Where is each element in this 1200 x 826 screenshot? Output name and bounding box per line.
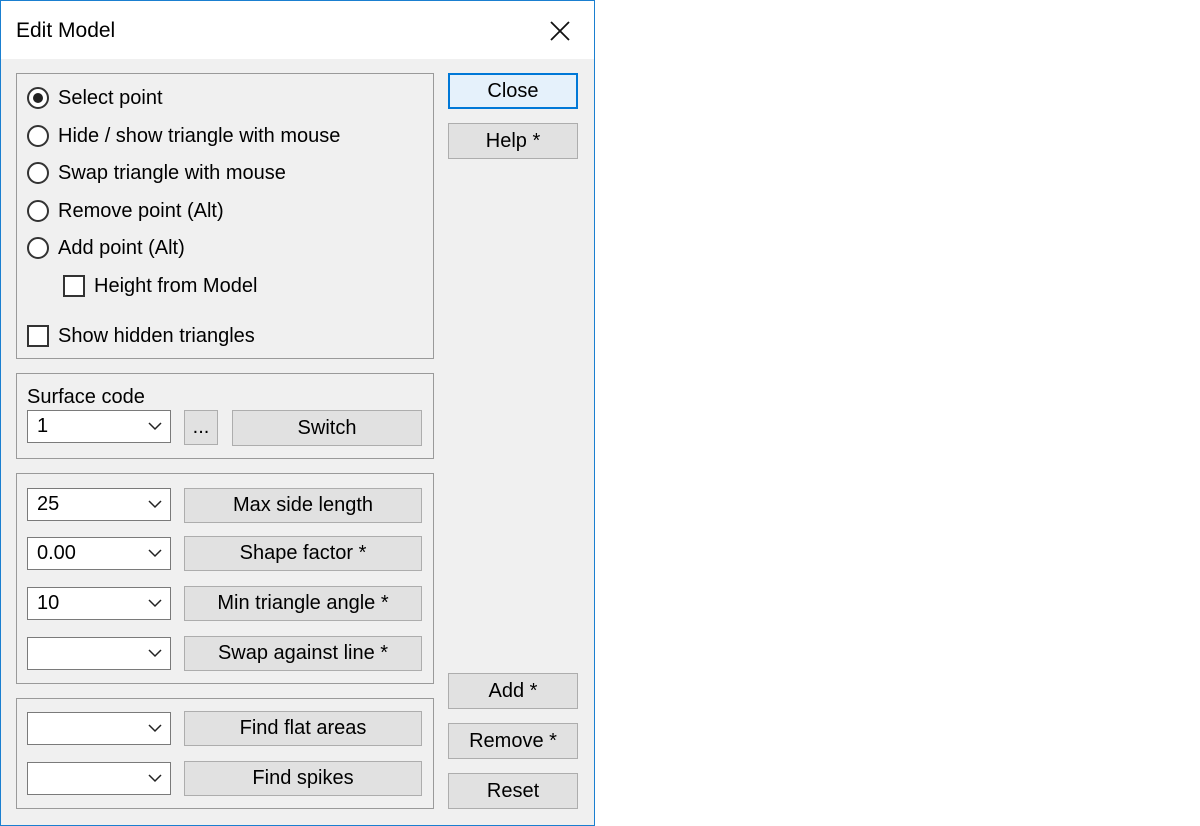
surface-code-select[interactable]: 1 <box>27 410 171 443</box>
help-button[interactable]: Help * <box>448 123 578 159</box>
chevron-down-icon <box>148 599 162 608</box>
title-bar: Edit Model <box>1 1 594 59</box>
checkbox-height-from-model[interactable]: Height from Model <box>63 272 257 300</box>
checkbox-indicator <box>63 275 85 297</box>
surface-code-label: Surface code <box>27 386 145 408</box>
min-triangle-angle-select[interactable]: 10 <box>27 587 171 620</box>
checkbox-indicator <box>27 325 49 347</box>
radio-label: Select point <box>58 86 163 109</box>
close-icon <box>550 21 570 41</box>
swap-against-line-button[interactable]: Swap against line * <box>184 636 422 671</box>
find-spikes-button[interactable]: Find spikes <box>184 761 422 796</box>
close-button[interactable]: Close <box>448 73 578 109</box>
surface-browse-button[interactable]: ... <box>184 410 218 445</box>
chevron-down-icon <box>148 422 162 431</box>
radio-label: Add point (Alt) <box>58 236 185 259</box>
radio-select-point[interactable]: Select point <box>27 84 163 112</box>
radio-indicator <box>27 87 49 109</box>
surface-group: Surface code 1 ... Switch <box>16 373 434 459</box>
select-value: 1 <box>37 415 49 437</box>
remove-button[interactable]: Remove * <box>448 723 578 759</box>
window-close-button[interactable] <box>541 13 579 49</box>
radio-hide-show-triangle[interactable]: Hide / show triangle with mouse <box>27 122 340 150</box>
radio-add-point[interactable]: Add point (Alt) <box>27 234 185 262</box>
radio-label: Swap triangle with mouse <box>58 161 286 184</box>
radio-label: Hide / show triangle with mouse <box>58 124 341 147</box>
select-value: 25 <box>37 493 60 515</box>
chevron-down-icon <box>148 649 162 658</box>
switch-button[interactable]: Switch <box>232 410 422 446</box>
shape-factor-select[interactable]: 0.00 <box>27 537 171 570</box>
mode-group: Select point Hide / show triangle with m… <box>16 73 434 359</box>
finders-group: Find flat areas Find spikes <box>16 698 434 809</box>
chevron-down-icon <box>148 724 162 733</box>
radio-indicator <box>27 200 49 222</box>
select-value: 0.00 <box>37 542 76 564</box>
chevron-down-icon <box>148 549 162 558</box>
chevron-down-icon <box>148 774 162 783</box>
radio-indicator <box>27 125 49 147</box>
max-side-length-select[interactable]: 25 <box>27 488 171 521</box>
max-side-length-button[interactable]: Max side length <box>184 488 422 523</box>
checkbox-label: Height from Model <box>94 274 258 297</box>
parameters-group: 25 Max side length 0.00 Shape factor * 1… <box>16 473 434 684</box>
min-triangle-angle-button[interactable]: Min triangle angle * <box>184 586 422 621</box>
select-value: 10 <box>37 592 60 614</box>
edit-model-dialog: Edit Model Select point Hide / show tria… <box>0 0 595 826</box>
window-title: Edit Model <box>16 19 116 42</box>
checkbox-show-hidden-triangles[interactable]: Show hidden triangles <box>27 322 255 350</box>
add-button[interactable]: Add * <box>448 673 578 709</box>
radio-indicator <box>27 237 49 259</box>
shape-factor-button[interactable]: Shape factor * <box>184 536 422 571</box>
spikes-select[interactable] <box>27 762 171 795</box>
find-flat-areas-button[interactable]: Find flat areas <box>184 711 422 746</box>
flat-areas-select[interactable] <box>27 712 171 745</box>
reset-button[interactable]: Reset <box>448 773 578 809</box>
radio-indicator <box>27 162 49 184</box>
radio-remove-point[interactable]: Remove point (Alt) <box>27 197 224 225</box>
checkbox-label: Show hidden triangles <box>58 324 255 347</box>
chevron-down-icon <box>148 500 162 509</box>
radio-swap-triangle[interactable]: Swap triangle with mouse <box>27 159 286 187</box>
swap-against-line-select[interactable] <box>27 637 171 670</box>
radio-label: Remove point (Alt) <box>58 199 224 222</box>
